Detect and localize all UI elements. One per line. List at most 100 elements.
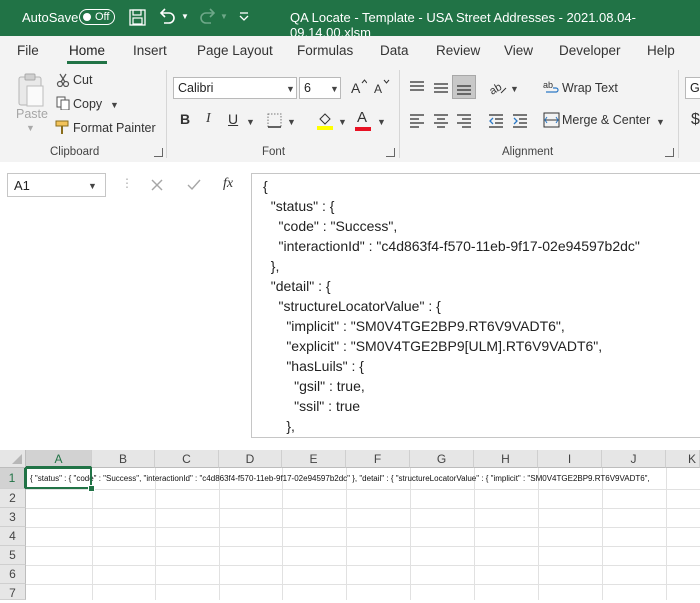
- svg-text:A: A: [374, 82, 382, 96]
- column-header-g[interactable]: G: [410, 450, 474, 468]
- copy-dropdown-chevron-icon[interactable]: ▼: [110, 100, 119, 110]
- autosave-label: AutoSave: [22, 10, 79, 25]
- currency-button[interactable]: $: [691, 111, 700, 129]
- alignment-dialog-launcher-icon[interactable]: .: [665, 148, 674, 157]
- formula-bar-grip-icon: ⋮: [121, 176, 133, 190]
- bold-button[interactable]: B: [180, 111, 190, 127]
- cut-icon: [56, 73, 70, 87]
- column-header-c[interactable]: C: [155, 450, 219, 468]
- tab-developer[interactable]: Developer: [559, 43, 621, 58]
- grid-line: [26, 489, 700, 490]
- tab-review[interactable]: Review: [436, 43, 480, 58]
- undo-icon[interactable]: [157, 8, 177, 26]
- format-painter-icon: [55, 120, 69, 134]
- fill-color-icon[interactable]: [316, 111, 334, 131]
- paste-button[interactable]: Paste: [16, 107, 48, 121]
- align-left-icon[interactable]: [409, 112, 425, 128]
- borders-chevron-icon[interactable]: ▼: [287, 117, 296, 127]
- row-header-1[interactable]: 1: [0, 468, 26, 489]
- row-header-7[interactable]: 7: [0, 584, 26, 600]
- italic-button[interactable]: I: [206, 111, 211, 127]
- top-align-icon[interactable]: [409, 79, 425, 95]
- merge-center-chevron-icon[interactable]: ▼: [656, 117, 665, 127]
- cancel-entry-icon: [151, 179, 163, 191]
- insert-function-button[interactable]: fx: [223, 176, 233, 192]
- font-color-chevron-icon[interactable]: ▼: [377, 117, 386, 127]
- customize-toolbar-icon[interactable]: [238, 11, 250, 23]
- group-divider: [399, 70, 400, 158]
- column-header-j[interactable]: J: [602, 450, 666, 468]
- merge-center-button[interactable]: Merge & Center: [562, 113, 650, 127]
- column-header-i[interactable]: I: [538, 450, 602, 468]
- fill-color-chevron-icon[interactable]: ▼: [338, 117, 347, 127]
- number-format-select[interactable]: Ge: [685, 77, 700, 99]
- column-header-d[interactable]: D: [219, 450, 282, 468]
- row-header-5[interactable]: 5: [0, 546, 26, 565]
- formula-line: "implicit" : "SM0V4TGE2BP9.RT6V9VADT6",: [263, 318, 565, 334]
- grid-line: [666, 468, 667, 600]
- grid-line: [155, 468, 156, 600]
- column-header-e[interactable]: E: [282, 450, 346, 468]
- column-header-b[interactable]: B: [92, 450, 155, 468]
- increase-indent-icon[interactable]: [512, 112, 528, 128]
- formula-line: "code" : "Success",: [263, 218, 398, 234]
- row-header-2[interactable]: 2: [0, 489, 26, 508]
- autosave-toggle[interactable]: Off: [79, 9, 115, 25]
- clipboard-dialog-launcher-icon[interactable]: .: [154, 148, 163, 157]
- underline-chevron-icon[interactable]: ▼: [246, 117, 255, 127]
- decrease-indent-icon[interactable]: [488, 112, 504, 128]
- decrease-font-size-icon[interactable]: A: [372, 78, 390, 96]
- font-size-chevron-icon[interactable]: ▼: [330, 84, 339, 94]
- tab-file[interactable]: File: [17, 43, 39, 58]
- svg-text:A: A: [351, 80, 361, 96]
- font-name-select[interactable]: Calibri: [173, 77, 297, 99]
- selected-cell-a1[interactable]: [25, 467, 92, 489]
- tab-insert[interactable]: Insert: [133, 43, 167, 58]
- bottom-align-icon: [457, 85, 471, 95]
- title-bar: AutoSave Off ▼ ▼ QA Locate - Template - …: [0, 0, 700, 40]
- font-dialog-launcher-icon[interactable]: .: [386, 148, 395, 157]
- tab-view[interactable]: View: [504, 43, 533, 58]
- column-header-k[interactable]: K: [666, 450, 700, 468]
- tab-help[interactable]: Help: [647, 43, 675, 58]
- middle-align-icon[interactable]: [433, 79, 449, 95]
- borders-icon[interactable]: [267, 113, 283, 129]
- grid-line: [474, 468, 475, 600]
- alignment-group-label: Alignment: [502, 146, 554, 158]
- select-all-button[interactable]: [0, 450, 26, 468]
- font-color-bar: [355, 127, 371, 131]
- paste-dropdown-chevron-icon[interactable]: ▼: [26, 123, 35, 133]
- fill-handle[interactable]: [88, 485, 95, 492]
- align-center-icon[interactable]: [433, 112, 449, 128]
- formula-line: "gsil" : true,: [263, 378, 365, 394]
- copy-button[interactable]: Copy: [73, 97, 102, 111]
- row-header-4[interactable]: 4: [0, 527, 26, 546]
- tab-formulas[interactable]: Formulas: [297, 43, 353, 58]
- font-color-letter[interactable]: A: [357, 109, 367, 126]
- format-painter-button[interactable]: Format Painter: [73, 121, 156, 135]
- tab-home[interactable]: Home: [69, 43, 105, 58]
- underline-button[interactable]: U: [228, 111, 238, 127]
- undo-dropdown-chevron-icon[interactable]: ▼: [181, 12, 189, 21]
- column-header-h[interactable]: H: [474, 450, 538, 468]
- font-name-chevron-icon[interactable]: ▼: [286, 84, 295, 94]
- cut-button[interactable]: Cut: [73, 73, 92, 87]
- grid-line: [538, 468, 539, 600]
- wrap-text-button[interactable]: Wrap Text: [562, 81, 618, 95]
- column-header-a[interactable]: A: [26, 450, 92, 468]
- formula-input[interactable]: { "status" : { "code" : "Success", "inte…: [251, 173, 700, 438]
- orientation-chevron-icon[interactable]: ▼: [510, 84, 519, 94]
- tab-data[interactable]: Data: [380, 43, 409, 58]
- row-header-6[interactable]: 6: [0, 565, 26, 584]
- row-header-3[interactable]: 3: [0, 508, 26, 527]
- active-tab-indicator: [67, 61, 107, 64]
- tab-page-layout[interactable]: Page Layout: [197, 43, 273, 58]
- align-right-icon[interactable]: [456, 112, 472, 128]
- orientation-icon[interactable]: ab: [488, 78, 508, 96]
- grid-line: [26, 508, 700, 509]
- column-header-f[interactable]: F: [346, 450, 410, 468]
- increase-font-size-icon[interactable]: A: [349, 78, 367, 96]
- save-icon[interactable]: [129, 9, 146, 26]
- name-box-chevron-icon[interactable]: ▼: [88, 181, 97, 191]
- grid-line: [26, 527, 700, 528]
